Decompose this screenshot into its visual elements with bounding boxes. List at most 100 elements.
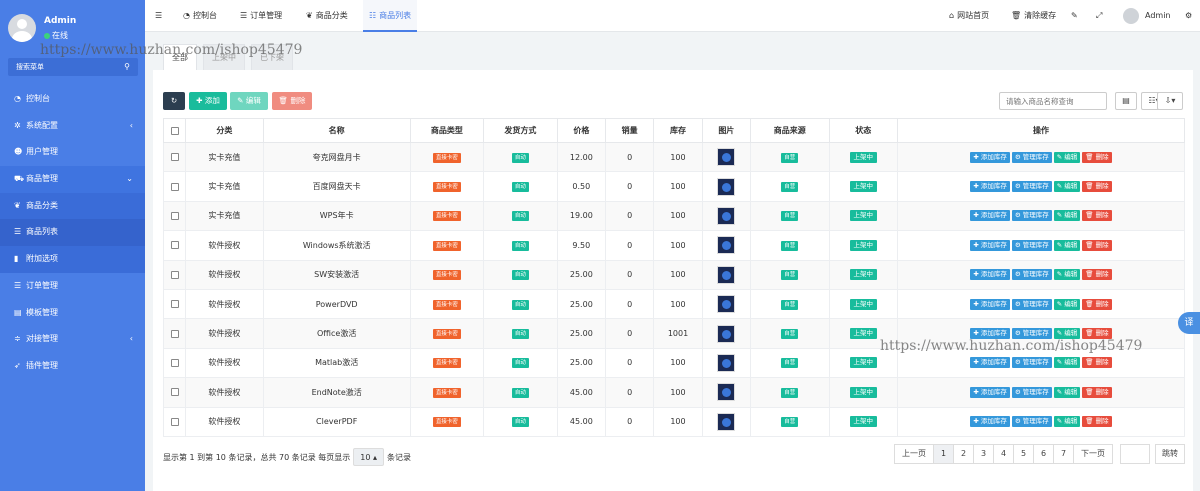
search-icon[interactable]: ⚲: [124, 58, 130, 76]
delete-row-button[interactable]: 🗑 删除: [1082, 181, 1112, 193]
nav-tab-orders[interactable]: ☰ 订单管理: [240, 0, 282, 32]
page-button[interactable]: 5: [1013, 444, 1034, 464]
product-image[interactable]: [717, 206, 736, 225]
sidebar-item-product-categories[interactable]: ❦ 商品分类: [0, 192, 145, 220]
product-image[interactable]: [717, 148, 736, 167]
add-stock-button[interactable]: ✚ 添加库存: [970, 269, 1010, 281]
product-image[interactable]: [717, 412, 736, 431]
delete-row-button[interactable]: 🗑 删除: [1082, 357, 1112, 369]
manage-stock-button[interactable]: ⚙ 管理库存: [1011, 357, 1052, 369]
edit-row-button[interactable]: ✎ 编辑: [1053, 386, 1081, 398]
row-checkbox[interactable]: [170, 153, 179, 162]
manage-stock-button[interactable]: ⚙ 管理库存: [1011, 181, 1052, 193]
tab-all[interactable]: 全部: [163, 44, 197, 70]
status-badge[interactable]: 上架中: [849, 269, 877, 281]
column-header[interactable]: 分类: [185, 118, 264, 143]
edit-row-button[interactable]: ✎ 编辑: [1053, 298, 1081, 310]
manage-stock-button[interactable]: ⚙ 管理库存: [1011, 239, 1052, 251]
next-page-button[interactable]: 下一页: [1073, 444, 1113, 464]
page-button[interactable]: 7: [1053, 444, 1074, 464]
page-button[interactable]: 2: [953, 444, 974, 464]
checkbox[interactable]: [170, 126, 179, 135]
manage-stock-button[interactable]: ⚙ 管理库存: [1011, 386, 1052, 398]
delete-button[interactable]: 🗑 删除: [272, 92, 312, 110]
column-header[interactable]: 库存: [653, 118, 703, 143]
goto-button[interactable]: 跳转: [1155, 444, 1185, 464]
manage-stock-button[interactable]: ⚙ 管理库存: [1011, 210, 1052, 222]
delete-row-button[interactable]: 🗑 删除: [1082, 416, 1112, 428]
product-image[interactable]: [717, 265, 736, 284]
select-all-checkbox[interactable]: [162, 118, 187, 143]
page-button[interactable]: 4: [993, 444, 1014, 464]
status-badge[interactable]: 上架中: [849, 357, 877, 369]
nav-tab-dashboard[interactable]: ◔ 控制台: [183, 0, 217, 32]
manage-stock-button[interactable]: ⚙ 管理库存: [1011, 298, 1052, 310]
row-checkbox[interactable]: [170, 358, 179, 367]
edit-row-button[interactable]: ✎ 编辑: [1053, 239, 1081, 251]
settings-gear-icon[interactable]: ⚙: [1185, 0, 1192, 32]
manage-stock-button[interactable]: ⚙ 管理库存: [1011, 151, 1052, 163]
page-button[interactable]: 6: [1033, 444, 1054, 464]
row-checkbox[interactable]: [170, 329, 179, 338]
status-badge[interactable]: 上架中: [849, 151, 877, 163]
page-size-select[interactable]: 10 ▴: [353, 448, 384, 466]
product-image[interactable]: [717, 236, 736, 255]
sidebar-item-product-management[interactable]: ⛟ 商品管理 ⌄: [0, 166, 145, 193]
sidebar-item-dashboard[interactable]: ◔ 控制台: [0, 86, 145, 113]
tab-on-shelf[interactable]: 上架中: [203, 44, 245, 70]
column-header[interactable]: 商品来源: [749, 118, 830, 143]
page-button[interactable]: 1: [933, 444, 954, 464]
add-stock-button[interactable]: ✚ 添加库存: [970, 386, 1010, 398]
add-stock-button[interactable]: ✚ 添加库存: [970, 239, 1010, 251]
add-stock-button[interactable]: ✚ 添加库存: [970, 151, 1010, 163]
manage-stock-button[interactable]: ⚙ 管理库存: [1011, 328, 1052, 340]
delete-row-button[interactable]: 🗑 删除: [1082, 151, 1112, 163]
home-link[interactable]: ⌂ 网站首页: [949, 0, 989, 32]
language-icon[interactable]: ✎: [1071, 0, 1078, 32]
row-checkbox[interactable]: [170, 270, 179, 279]
sidebar-item-system-config[interactable]: ✲ 系统配置 ‹: [0, 113, 145, 140]
sidebar-item-product-list[interactable]: ☰ 商品列表: [0, 219, 145, 247]
edit-button[interactable]: ✎ 编辑: [230, 92, 268, 110]
column-header[interactable]: 价格: [556, 118, 607, 143]
menu-toggle-icon[interactable]: ☰: [155, 0, 162, 32]
product-image[interactable]: [717, 295, 736, 314]
tab-off-shelf[interactable]: 已下架: [251, 44, 293, 70]
status-badge[interactable]: 上架中: [849, 298, 877, 310]
column-header[interactable]: 销量: [604, 118, 655, 143]
translate-icon[interactable]: 译: [1178, 312, 1200, 334]
page-button[interactable]: 3: [973, 444, 994, 464]
export-dropdown-icon[interactable]: ⇩▾: [1157, 92, 1183, 110]
sidebar-item-plugin-management[interactable]: ➶ 插件管理: [0, 353, 145, 380]
add-stock-button[interactable]: ✚ 添加库存: [970, 210, 1010, 222]
status-badge[interactable]: 上架中: [849, 239, 877, 251]
row-checkbox[interactable]: [170, 211, 179, 220]
clear-cache-button[interactable]: 🗑 清除缓存: [1011, 0, 1056, 32]
add-stock-button[interactable]: ✚ 添加库存: [970, 357, 1010, 369]
status-badge[interactable]: 上架中: [849, 181, 877, 193]
delete-row-button[interactable]: 🗑 删除: [1082, 386, 1112, 398]
goto-page-input[interactable]: [1120, 444, 1150, 464]
edit-row-button[interactable]: ✎ 编辑: [1053, 210, 1081, 222]
add-stock-button[interactable]: ✚ 添加库存: [970, 181, 1010, 193]
product-image[interactable]: [717, 324, 736, 343]
menu-search[interactable]: 搜索菜单 ⚲: [8, 58, 138, 76]
product-image[interactable]: [717, 353, 736, 372]
admin-menu[interactable]: Admin: [1123, 0, 1171, 32]
product-image[interactable]: [717, 383, 736, 402]
add-button[interactable]: ✚ 添加: [189, 92, 227, 110]
edit-row-button[interactable]: ✎ 编辑: [1053, 416, 1081, 428]
fullscreen-icon[interactable]: ⤢: [1096, 0, 1102, 32]
nav-tab-categories[interactable]: ❦ 商品分类: [306, 0, 348, 32]
toggle-view-icon[interactable]: ▤: [1115, 92, 1137, 110]
sidebar-item-integration-management[interactable]: ≑ 对接管理 ‹: [0, 326, 145, 353]
sidebar-item-template-management[interactable]: ▤ 模板管理: [0, 300, 145, 327]
status-badge[interactable]: 上架中: [849, 210, 877, 222]
edit-row-button[interactable]: ✎ 编辑: [1053, 151, 1081, 163]
row-checkbox[interactable]: [170, 388, 179, 397]
nav-tab-products[interactable]: ☷ 商品列表: [363, 0, 418, 32]
add-stock-button[interactable]: ✚ 添加库存: [970, 416, 1010, 428]
sidebar-item-user-management[interactable]: ☻ 用户管理: [0, 139, 145, 166]
status-badge[interactable]: 上架中: [849, 416, 877, 428]
status-badge[interactable]: 上架中: [849, 386, 877, 398]
